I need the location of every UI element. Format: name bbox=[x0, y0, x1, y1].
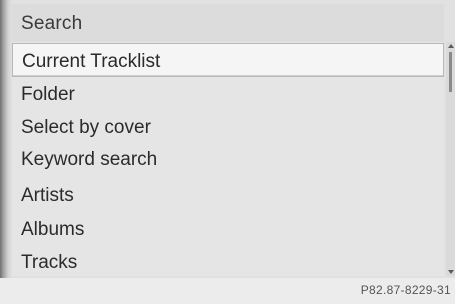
menu-item-label: Select by cover bbox=[21, 117, 151, 138]
menu-item-folder[interactable]: Folder bbox=[12, 77, 444, 111]
scroll-up-arrow-icon[interactable] bbox=[448, 44, 454, 48]
display-screen: Search Current Tracklist Folder Select b… bbox=[0, 0, 455, 304]
menu-item-tracks[interactable]: Tracks bbox=[12, 245, 444, 279]
scroll-down-arrow-icon[interactable] bbox=[448, 270, 454, 274]
menu-item-label: Folder bbox=[21, 84, 75, 105]
menu-item-keyword-search[interactable]: Keyword search bbox=[12, 142, 444, 176]
menu-item-label: Tracks bbox=[21, 252, 78, 273]
list-scrollbar[interactable] bbox=[446, 42, 455, 276]
menu-item-label: Albums bbox=[21, 219, 85, 240]
menu-item-label: Current Tracklist bbox=[22, 51, 161, 72]
menu-item-albums[interactable]: Albums bbox=[12, 212, 444, 246]
footer-strip: P82.87-8229-31 bbox=[0, 278, 455, 304]
menu-title: Search bbox=[21, 13, 83, 34]
menu-item-artists[interactable]: Artists bbox=[12, 178, 444, 212]
title-bar: Search bbox=[12, 4, 444, 42]
menu-item-current-tracklist[interactable]: Current Tracklist bbox=[12, 43, 444, 77]
menu-item-select-by-cover[interactable]: Select by cover bbox=[12, 110, 444, 144]
search-menu-list: Current Tracklist Folder Select by cover… bbox=[12, 42, 444, 276]
figure-code: P82.87-8229-31 bbox=[360, 283, 451, 297]
screen-frame-edge bbox=[0, 0, 12, 278]
menu-item-label: Artists bbox=[21, 185, 74, 206]
menu-item-label: Keyword search bbox=[21, 149, 158, 170]
scrollbar-thumb[interactable] bbox=[449, 52, 452, 92]
